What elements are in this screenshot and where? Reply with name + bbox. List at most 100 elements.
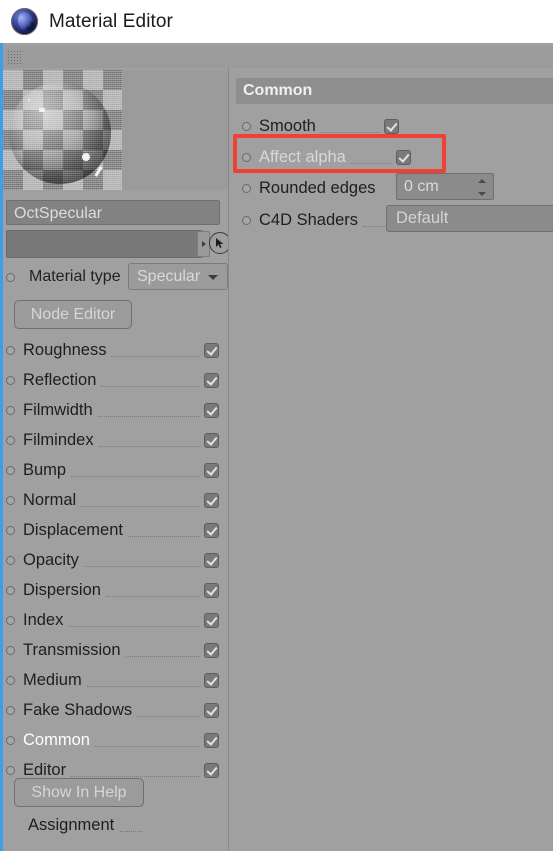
channel-row-common[interactable]: Common — [6, 725, 221, 755]
leader-dots — [320, 119, 379, 133]
common-settings-pane: Common Smooth Affect alpha Rounded edges… — [234, 68, 553, 851]
radio-bullet-icon[interactable] — [242, 215, 251, 225]
channel-row-fake-shadows[interactable]: Fake Shadows — [6, 695, 221, 725]
material-link-field[interactable] — [6, 230, 203, 258]
channel-checkbox[interactable] — [204, 432, 219, 448]
window-title: Material Editor — [49, 10, 173, 32]
material-name-input[interactable]: OctSpecular — [6, 200, 220, 225]
channel-checkbox[interactable] — [204, 462, 219, 478]
affect-alpha-checkbox[interactable] — [395, 149, 411, 165]
spinner-arrows-icon[interactable] — [478, 179, 486, 196]
c4d-shaders-input[interactable]: Default — [386, 205, 553, 232]
radio-bullet-icon[interactable] — [242, 152, 251, 162]
channel-label: Filmindex — [23, 430, 94, 449]
channel-checkbox[interactable] — [204, 552, 219, 568]
rounded-edges-spinner[interactable]: 0 cm — [396, 173, 494, 200]
specular-dot-2 — [39, 108, 45, 112]
leader-dots — [83, 553, 199, 567]
leader-dots — [94, 733, 199, 747]
channel-checkbox[interactable] — [204, 342, 219, 358]
channel-label: Reflection — [23, 370, 97, 389]
radio-bullet-icon[interactable] — [6, 675, 15, 685]
leader-dots — [350, 150, 391, 164]
channel-label: Dispersion — [23, 580, 101, 599]
channel-checkbox[interactable] — [204, 372, 219, 388]
rounded-edges-label: Rounded edges — [259, 178, 376, 197]
channel-label: Editor — [23, 760, 67, 779]
radio-bullet-icon[interactable] — [242, 121, 251, 131]
radio-bullet-icon[interactable] — [6, 615, 15, 625]
channel-row-filmindex[interactable]: Filmindex — [6, 425, 221, 455]
material-preview[interactable] — [3, 70, 122, 190]
leader-dots — [111, 343, 199, 357]
channel-checkbox[interactable] — [204, 582, 219, 598]
show-in-help-button[interactable]: Show In Help — [14, 778, 144, 807]
channel-row-opacity[interactable]: Opacity — [6, 545, 221, 575]
channel-row-normal[interactable]: Normal — [6, 485, 221, 515]
channel-row-dispersion[interactable]: Dispersion — [6, 575, 221, 605]
radio-bullet-icon[interactable] — [6, 765, 15, 775]
channel-label: Filmwidth — [23, 400, 93, 419]
radio-bullet-icon[interactable] — [6, 272, 15, 282]
radio-bullet-icon[interactable] — [242, 183, 251, 193]
radio-bullet-icon[interactable] — [6, 645, 15, 655]
chevron-down-icon — [208, 275, 218, 280]
leader-dots — [86, 673, 199, 687]
channel-row-reflection[interactable]: Reflection — [6, 365, 221, 395]
radio-bullet-icon[interactable] — [6, 525, 15, 535]
c4d-shaders-value: Default — [396, 209, 449, 227]
channel-checkbox[interactable] — [204, 492, 219, 508]
channel-row-roughness[interactable]: Roughness — [6, 335, 221, 365]
channel-row-displacement[interactable]: Displacement — [6, 515, 221, 545]
channel-row-index[interactable]: Index — [6, 605, 221, 635]
radio-bullet-icon[interactable] — [6, 405, 15, 415]
radio-bullet-icon[interactable] — [6, 705, 15, 715]
affect-alpha-label: Affect alpha — [259, 147, 346, 166]
expand-arrow-icon — [201, 241, 206, 247]
channel-checkbox[interactable] — [204, 402, 219, 418]
channel-checkbox[interactable] — [204, 762, 219, 778]
channel-row-transmission[interactable]: Transmission — [6, 635, 221, 665]
channel-label: Common — [23, 730, 90, 749]
material-type-dropdown[interactable]: Specular — [128, 263, 228, 290]
channel-row-bump[interactable]: Bump — [6, 455, 221, 485]
section-header-common: Common — [236, 78, 553, 104]
channel-row-filmwidth[interactable]: Filmwidth — [6, 395, 221, 425]
radio-bullet-icon[interactable] — [6, 435, 15, 445]
channel-checkbox[interactable] — [204, 522, 219, 538]
channel-checkbox[interactable] — [204, 732, 219, 748]
channel-checkbox[interactable] — [204, 672, 219, 688]
specular-dot-3 — [82, 153, 90, 161]
material-editor-window: Material Editor OctSpecular Material typ… — [0, 0, 553, 851]
node-editor-button[interactable]: Node Editor — [14, 300, 132, 329]
toolbar-grip-bar[interactable] — [3, 46, 553, 69]
radio-bullet-icon[interactable] — [6, 465, 15, 475]
preview-background-filler — [122, 70, 228, 190]
leader-dots — [120, 818, 143, 832]
radio-bullet-icon[interactable] — [6, 495, 15, 505]
channel-checkbox[interactable] — [204, 642, 219, 658]
channel-label: Bump — [23, 460, 67, 479]
channel-row-medium[interactable]: Medium — [6, 665, 221, 695]
radio-bullet-icon[interactable] — [6, 585, 15, 595]
pick-cursor-icon — [216, 238, 224, 248]
row-c4d-shaders: C4D Shaders — [242, 205, 390, 235]
drag-grip-icon[interactable] — [7, 50, 22, 64]
radio-bullet-icon[interactable] — [6, 345, 15, 355]
leader-dots — [68, 613, 199, 627]
specular-dot-1 — [28, 99, 30, 101]
leader-dots — [127, 523, 199, 537]
window-titlebar: Material Editor — [0, 0, 553, 44]
radio-bullet-icon[interactable] — [6, 375, 15, 385]
channel-checkbox[interactable] — [204, 702, 219, 718]
channel-label: Roughness — [23, 340, 107, 359]
channel-checkbox[interactable] — [204, 612, 219, 628]
radio-bullet-icon[interactable] — [6, 555, 15, 565]
channel-label: Index — [23, 610, 64, 629]
section-header-label: Common — [243, 82, 313, 99]
assignment-row[interactable]: Assignment — [6, 810, 221, 840]
smooth-checkbox[interactable] — [383, 118, 399, 134]
leader-dots — [98, 433, 199, 447]
leader-dots — [81, 493, 199, 507]
radio-bullet-icon[interactable] — [6, 735, 15, 745]
